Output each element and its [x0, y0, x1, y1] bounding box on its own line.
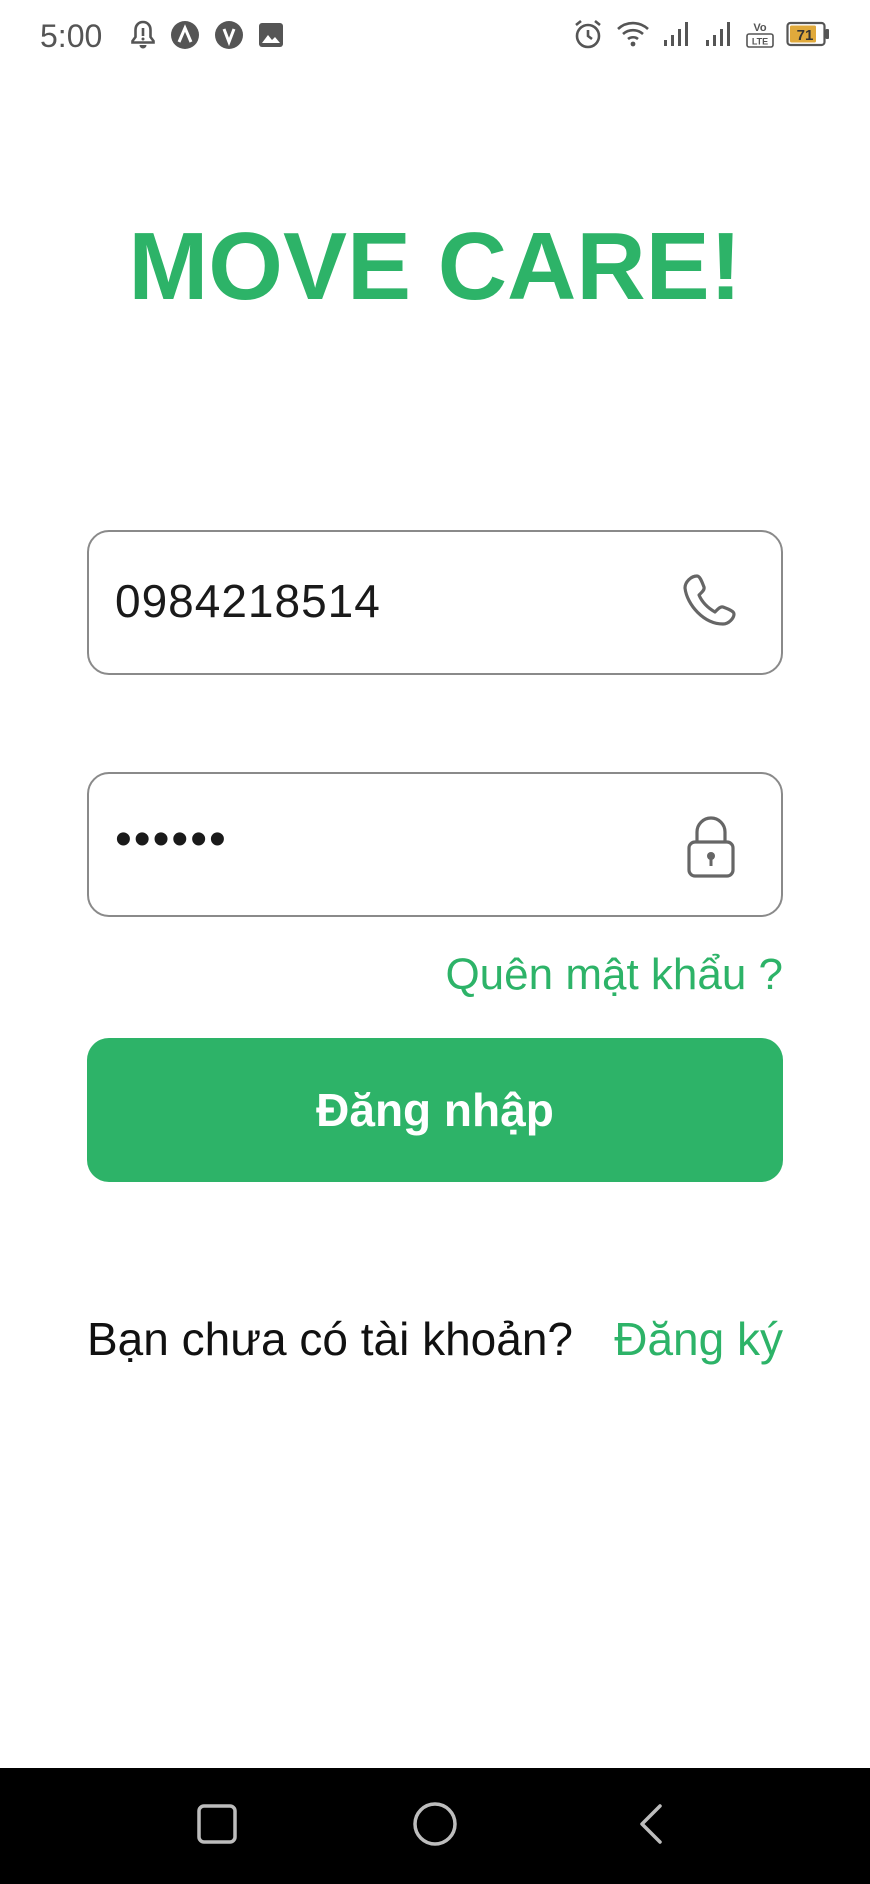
phone-input[interactable]: 0984218514 [87, 530, 783, 675]
password-value: •••••• [115, 813, 228, 866]
status-time: 5:00 [40, 18, 103, 54]
notification-bell-icon [130, 20, 156, 50]
password-input[interactable]: •••••• [87, 772, 783, 917]
app-title: MOVE CARE! [128, 213, 742, 320]
system-nav-bar [0, 1768, 870, 1884]
forgot-password-link[interactable]: Quên mật khẩu ? [445, 950, 783, 1000]
back-button[interactable] [622, 1796, 682, 1856]
status-left-icons [130, 20, 284, 50]
svg-text:71: 71 [797, 27, 814, 44]
lock-icon [675, 810, 747, 882]
square-icon [196, 1803, 238, 1850]
alarm-icon [572, 18, 604, 50]
phone-value: 0984218514 [115, 575, 381, 627]
signup-link[interactable]: Đăng ký [614, 1312, 783, 1366]
wifi-icon [616, 20, 650, 48]
app-icon-a [170, 20, 200, 50]
image-icon [258, 22, 284, 48]
login-button[interactable]: Đăng nhập [87, 1038, 783, 1182]
signup-row: Bạn chưa có tài khoản? Đăng ký [87, 1312, 783, 1366]
login-button-label: Đăng nhập [316, 1084, 554, 1136]
battery-icon: 71 [786, 21, 830, 47]
recents-button[interactable] [187, 1796, 247, 1856]
circle-icon [411, 1800, 459, 1853]
signal-icon-1 [662, 20, 692, 48]
status-right-icons: Vo LTE 71 [572, 18, 830, 50]
svg-text:Vo: Vo [753, 22, 767, 34]
home-button[interactable] [405, 1796, 465, 1856]
svg-text:LTE: LTE [752, 37, 768, 47]
signup-prompt: Bạn chưa có tài khoản? [87, 1313, 574, 1365]
status-bar: 5:00 Vo LTE 71 [0, 0, 870, 80]
back-chevron-icon [634, 1802, 670, 1851]
volte-icon: Vo LTE [746, 19, 774, 49]
signal-icon-2 [704, 20, 734, 48]
phone-icon [675, 568, 747, 640]
app-icon-v [214, 20, 244, 50]
